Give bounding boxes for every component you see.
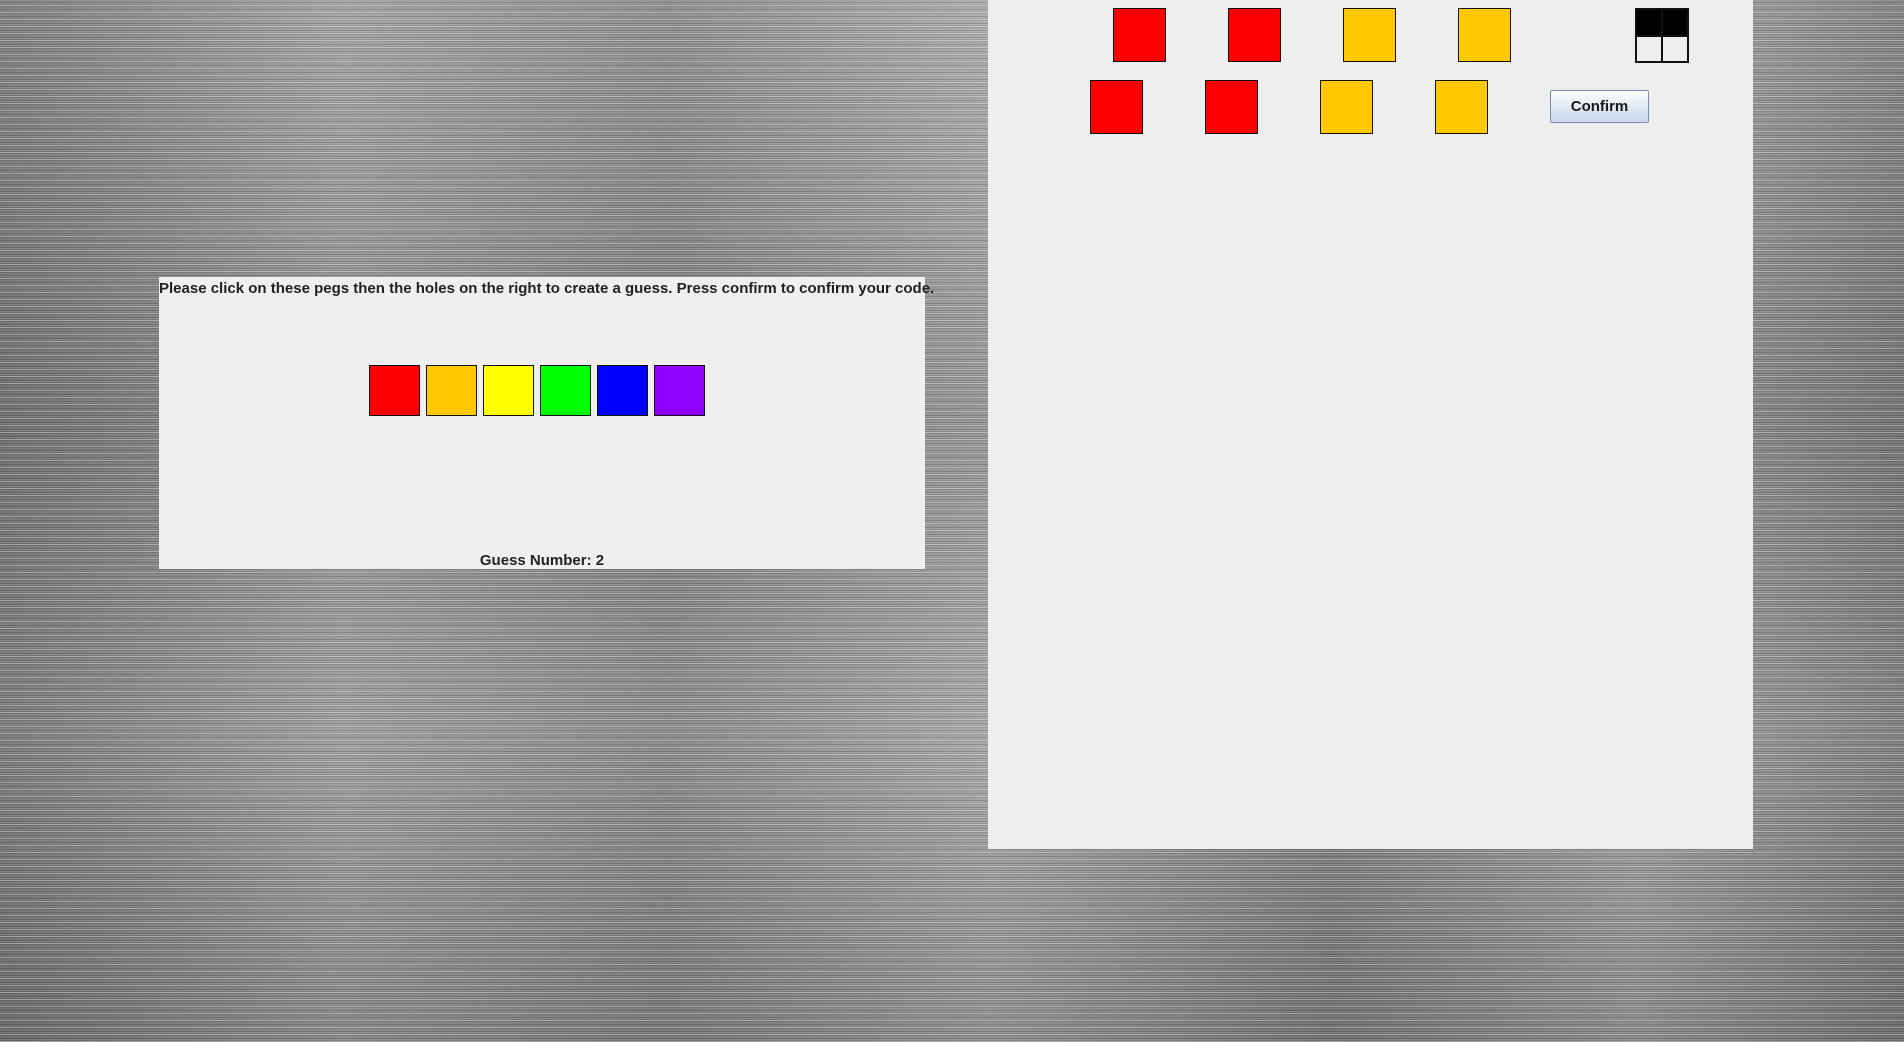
- previous-guess-hole-2: [1228, 8, 1281, 62]
- feedback-peg-3: [1636, 35, 1662, 62]
- palette-peg-blue[interactable]: [597, 365, 648, 416]
- guess-number-label: Guess Number: 2: [479, 552, 605, 569]
- peg-palette-panel: Please click on these pegs then the hole…: [159, 277, 935, 569]
- palette-peg-yellow[interactable]: [483, 365, 534, 416]
- feedback-peg-4: [1662, 35, 1688, 62]
- palette-peg-purple[interactable]: [654, 365, 705, 416]
- confirm-button[interactable]: Confirm: [1550, 90, 1649, 123]
- palette-peg-red[interactable]: [369, 365, 420, 416]
- instructions-text: Please click on these pegs then the hole…: [159, 280, 935, 297]
- previous-guess-hole-1: [1113, 8, 1166, 62]
- current-guess-hole-2[interactable]: [1205, 80, 1258, 134]
- current-guess-hole-3[interactable]: [1320, 80, 1373, 134]
- palette-peg-green[interactable]: [540, 365, 591, 416]
- current-guess-hole-4[interactable]: [1435, 80, 1488, 134]
- palette-peg-orange[interactable]: [426, 365, 477, 416]
- palette-pegs: [369, 365, 705, 416]
- feedback-pegs: [1635, 8, 1689, 63]
- current-guess-hole-1[interactable]: [1090, 80, 1143, 134]
- game-board-panel: Confirm: [988, 0, 1753, 849]
- previous-guess-hole-3: [1343, 8, 1396, 62]
- feedback-peg-2: [1662, 9, 1688, 36]
- feedback-peg-1: [1636, 9, 1662, 36]
- previous-guess-hole-4: [1458, 8, 1511, 62]
